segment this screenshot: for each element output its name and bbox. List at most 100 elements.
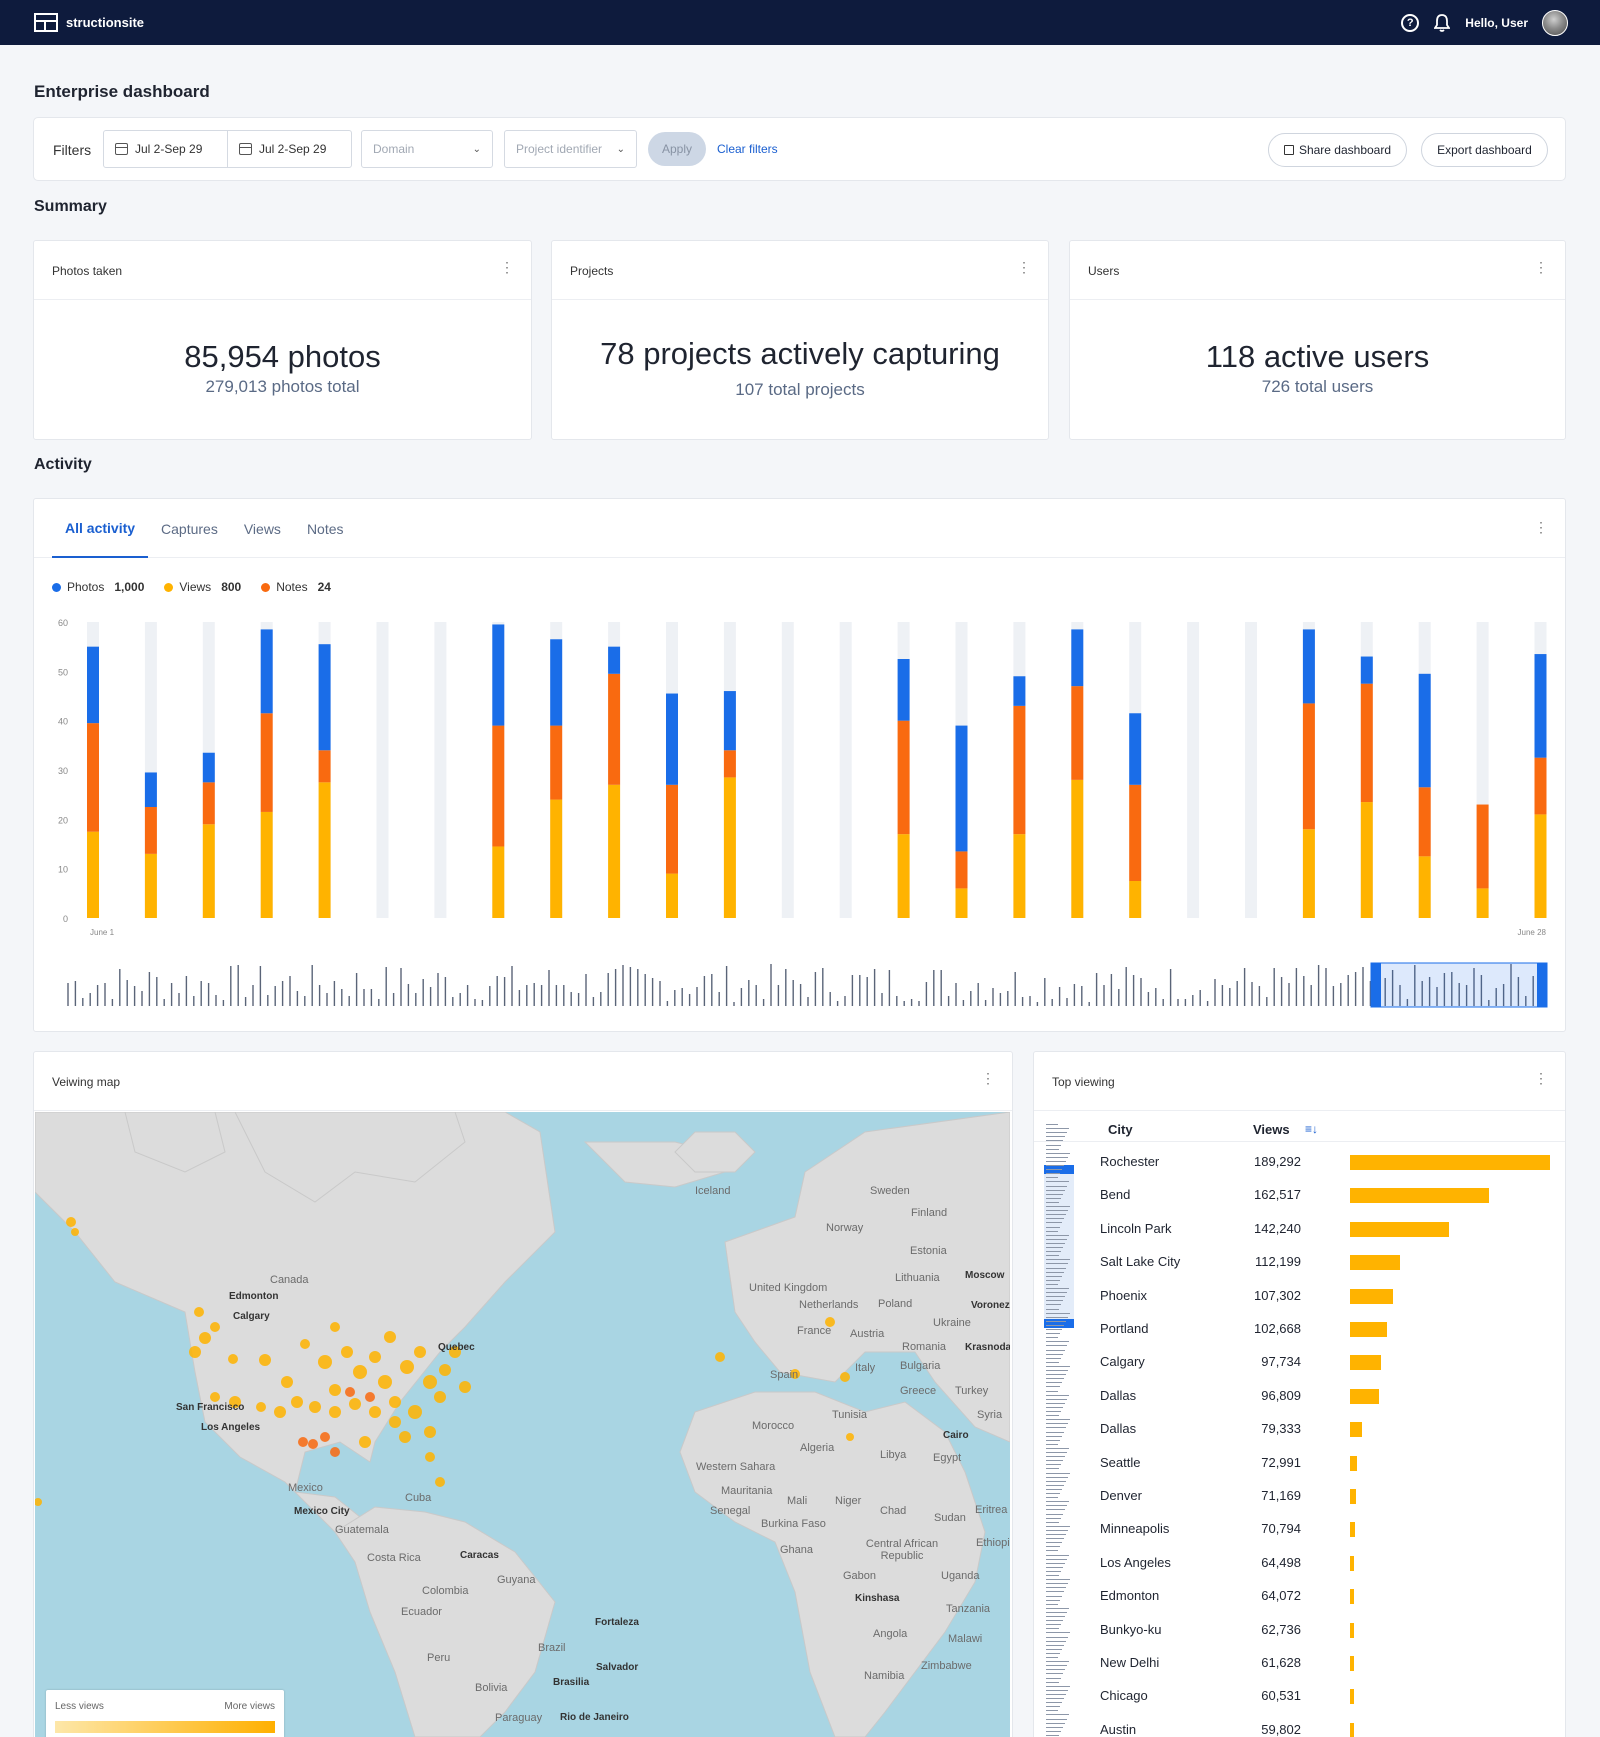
project-identifier-select[interactable]: Project identifier ⌄ <box>504 130 637 168</box>
bar-segment-notes <box>260 713 273 812</box>
chevron-down-icon: ⌄ <box>616 143 625 155</box>
table-row[interactable]: Edmonton 64,072 <box>1034 1579 1565 1612</box>
clear-filters-link[interactable]: Clear filters <box>717 142 778 156</box>
world-map[interactable]: Canada Edmonton Calgary Quebec San Franc… <box>35 1112 1010 1737</box>
table-row[interactable]: Minneapolis 70,794 <box>1034 1512 1565 1545</box>
brush-handle-left[interactable] <box>1371 963 1381 1007</box>
map-land <box>35 1112 1010 1737</box>
domain-select[interactable]: Domain ⌄ <box>361 130 493 168</box>
row-views-bar <box>1350 1689 1354 1705</box>
question-circle-icon[interactable]: ? <box>1401 14 1420 32</box>
bar-background <box>781 622 794 918</box>
row-city: Phoenix <box>1100 1287 1147 1303</box>
table-row[interactable]: Austin 59,802 <box>1034 1713 1565 1737</box>
row-city: Dallas <box>1100 1421 1137 1437</box>
legend-photos-label: Photos <box>67 580 105 594</box>
map-label: Romania <box>902 1341 947 1353</box>
row-city: Salt Lake City <box>1100 1254 1181 1270</box>
row-city: New Delhi <box>1100 1655 1160 1670</box>
card-title: Top viewing <box>1052 1075 1115 1089</box>
bar-segment-views <box>144 853 157 918</box>
bar-segment-views <box>1360 802 1373 918</box>
more-options-icon[interactable]: ⋮ <box>1534 519 1548 536</box>
row-views-bar <box>1350 1255 1400 1271</box>
table-row[interactable]: Dallas 79,333 <box>1034 1412 1565 1445</box>
x-tick-label: June 28 <box>1518 928 1547 937</box>
brand-logo[interactable]: structionsite <box>34 13 144 32</box>
table-row[interactable]: Phoenix 107,302 <box>1034 1279 1565 1312</box>
tab-captures[interactable]: Captures <box>148 499 231 558</box>
table-row[interactable]: Dallas 96,809 <box>1034 1379 1565 1412</box>
map-label: Peru <box>427 1652 451 1664</box>
map-label: Burkina Faso <box>761 1518 826 1530</box>
more-options-icon[interactable]: ⋮ <box>1534 259 1548 276</box>
more-options-icon[interactable]: ⋮ <box>500 259 514 276</box>
tab-notes[interactable]: Notes <box>294 499 357 558</box>
table-row[interactable]: Denver 71,169 <box>1034 1479 1565 1512</box>
legend-photos[interactable]: Photos 1,000 <box>52 580 144 594</box>
bar-segment-photos <box>1360 656 1373 684</box>
bar-segment-notes <box>1534 757 1547 815</box>
apply-button[interactable]: Apply <box>648 132 706 166</box>
row-views-bar <box>1350 1489 1356 1504</box>
table-row[interactable]: Lincoln Park 142,240 <box>1034 1212 1565 1245</box>
share-icon <box>1283 145 1294 155</box>
table-row[interactable]: Calgary 97,734 <box>1034 1345 1565 1378</box>
row-views-bar <box>1350 1288 1393 1304</box>
map-label: Costa Rica <box>367 1552 421 1564</box>
map-label: Lithuania <box>895 1272 940 1284</box>
column-views[interactable]: Views <box>1253 1122 1290 1137</box>
bar-segment-notes <box>87 723 99 832</box>
table-row[interactable]: Bend 162,517 <box>1034 1178 1565 1211</box>
user-greeting[interactable]: Hello, User <box>1465 16 1528 30</box>
legend-views[interactable]: Views 800 <box>164 580 241 594</box>
table-row[interactable]: Rochester 189,292 <box>1034 1145 1565 1178</box>
sort-descending-icon[interactable]: ≡↓ <box>1305 1122 1318 1136</box>
table-row[interactable]: Chicago 60,531 <box>1034 1679 1565 1712</box>
row-views-bar <box>1350 1522 1355 1538</box>
more-options-icon[interactable]: ⋮ <box>981 1070 995 1087</box>
table-row[interactable]: Bunkyo-ku 62,736 <box>1034 1613 1565 1646</box>
column-city[interactable]: City <box>1108 1122 1133 1137</box>
map-label: Namibia <box>864 1670 905 1682</box>
bell-icon[interactable] <box>1433 14 1451 32</box>
more-options-icon[interactable]: ⋮ <box>1017 259 1031 276</box>
bar-segment-photos <box>1534 654 1547 758</box>
date-from-field[interactable]: Jul 2-Sep 29 <box>104 131 227 167</box>
tab-views[interactable]: Views <box>231 499 294 558</box>
photos-dot <box>52 582 61 592</box>
export-dashboard-button[interactable]: Export dashboard <box>1421 133 1548 167</box>
bar-segment-photos <box>1302 629 1315 704</box>
brand-name: structionsite <box>66 15 145 30</box>
table-row[interactable]: New Delhi 61,628 <box>1034 1646 1565 1679</box>
bar-segment-photos <box>492 624 505 726</box>
map-label: Paraguay <box>495 1712 543 1724</box>
user-avatar[interactable] <box>1542 10 1568 36</box>
row-views-bar <box>1350 1555 1354 1571</box>
map-label: Moscow <box>965 1270 1005 1281</box>
date-to-field[interactable]: Jul 2-Sep 29 <box>227 131 351 167</box>
map-label: Austria <box>850 1328 885 1340</box>
timeline-brush[interactable] <box>66 960 1551 1010</box>
table-row[interactable]: Salt Lake City 112,199 <box>1034 1245 1565 1278</box>
top-viewing-card: Top viewing ⋮ City Views ≡↓ Rochester 189,… <box>1033 1051 1566 1737</box>
map-label: Rio de Janeiro <box>560 1712 629 1723</box>
more-options-icon[interactable]: ⋮ <box>1534 1070 1548 1087</box>
map-label: Algeria <box>800 1442 835 1454</box>
map-label: Sudan <box>934 1512 966 1524</box>
table-row[interactable]: Portland 102,668 <box>1034 1312 1565 1345</box>
table-row[interactable]: Seattle 72,991 <box>1034 1446 1565 1479</box>
tab-all-activity[interactable]: All activity <box>52 499 149 558</box>
brush-selection[interactable] <box>1370 962 1548 1008</box>
legend-notes[interactable]: Notes 24 <box>261 580 331 594</box>
row-city: Minneapolis <box>1100 1521 1170 1537</box>
viewing-map-card: Veiwing map ⋮ Canada Edmonton Calgary Qu… <box>33 1051 1013 1737</box>
date-range-picker[interactable]: Jul 2-Sep 29 Jul 2-Sep 29 <box>103 130 352 168</box>
brush-handle-right[interactable] <box>1537 963 1547 1007</box>
table-row[interactable]: Los Angeles 64,498 <box>1034 1546 1565 1579</box>
y-tick-label: 50 <box>58 667 68 677</box>
map-legend: Less views More views <box>46 1690 284 1737</box>
share-label: Share dashboard <box>1298 143 1392 157</box>
structionsite-logo-icon <box>34 13 58 32</box>
share-dashboard-button[interactable]: Share dashboard <box>1268 133 1407 167</box>
